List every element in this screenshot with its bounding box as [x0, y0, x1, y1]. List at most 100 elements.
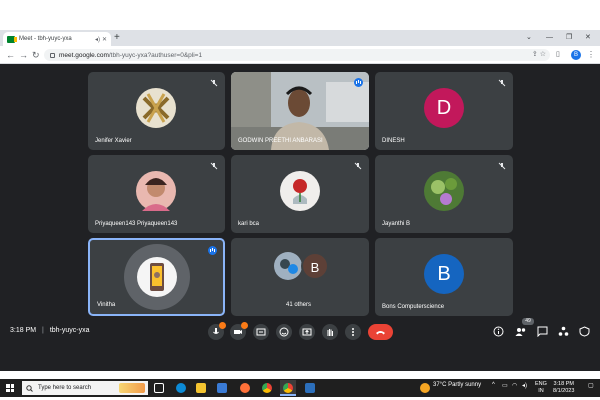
mic-button[interactable]: [208, 322, 226, 340]
participant-name: GODWIN PREETHI ANBARASI: [238, 138, 323, 144]
participant-tile-active[interactable]: Vinitha: [88, 238, 225, 316]
notifications-icon[interactable]: ▢: [588, 382, 594, 389]
new-tab-icon[interactable]: +: [114, 32, 120, 44]
present-button[interactable]: [299, 324, 315, 340]
people-count-badge: 49: [522, 318, 534, 325]
captions-button[interactable]: [253, 324, 269, 340]
tab-meet[interactable]: Meet - tbh-yuyc-yxa ◂) ✕: [3, 32, 111, 46]
chrome-active-icon[interactable]: [283, 383, 293, 393]
maximize-icon[interactable]: ❐: [566, 32, 572, 44]
reload-icon[interactable]: ↻: [32, 49, 40, 61]
leave-call-button[interactable]: [368, 324, 393, 340]
mic-off-icon: [210, 162, 218, 170]
side-panel-icon[interactable]: ▯: [556, 49, 560, 61]
camera-icon: [234, 330, 242, 334]
camera-button[interactable]: [230, 322, 248, 340]
back-icon[interactable]: ←: [6, 49, 15, 61]
volume-icon[interactable]: ◂): [522, 382, 527, 389]
speaking-indicator-icon: [208, 246, 217, 255]
mic-off-icon: [498, 79, 506, 87]
participant-name: 41 others: [286, 302, 312, 308]
store-icon[interactable]: [217, 383, 227, 393]
emoji-icon: [279, 327, 289, 337]
more-vert-icon: [352, 328, 354, 336]
edge-icon[interactable]: [176, 383, 186, 393]
warning-badge-icon: [219, 322, 226, 329]
meeting-time: 3:18 PM: [10, 327, 37, 334]
participant-tile[interactable]: Priyaqueen143 Priyaqueen143: [88, 155, 225, 233]
meet-control-bar: 3:18 PM | tbh-yuyc-yxa 49: [0, 317, 600, 371]
url-path: /tbh-yuyc-yxa?authuser=0&pli=1: [108, 51, 203, 59]
tab-audio-icon[interactable]: ◂): [95, 36, 100, 43]
participant-name: Jenifer Xavier: [95, 138, 132, 144]
participant-name: Priyaqueen143 Priyaqueen143: [95, 221, 178, 227]
search-icon: [26, 384, 33, 392]
people-icon[interactable]: [515, 326, 527, 337]
participant-photo: [274, 252, 302, 280]
tab-search-icon[interactable]: ⌄: [526, 32, 532, 44]
taskbar-clock[interactable]: 3:18 PM 8/1/2023: [553, 381, 574, 395]
participant-tile[interactable]: Jayanthi B: [375, 155, 513, 233]
chrome-icon[interactable]: [262, 383, 272, 393]
reactions-button[interactable]: [276, 324, 292, 340]
url-input[interactable]: meet.google.com /tbh-yuyc-yxa?authuser=0…: [44, 49, 550, 61]
close-window-icon[interactable]: ✕: [585, 32, 591, 44]
mic-off-icon: [354, 162, 362, 170]
participant-tile[interactable]: B Bons Computerscience: [375, 238, 513, 316]
mic-icon: [213, 328, 219, 334]
address-bar-row: ← → ↻ meet.google.com /tbh-yuyc-yxa?auth…: [0, 46, 600, 64]
tray-chevron-icon[interactable]: ^: [492, 382, 495, 388]
language-code: ENG: [535, 381, 547, 387]
raise-hand-button[interactable]: [322, 324, 338, 340]
language-indicator[interactable]: ENG IN: [535, 381, 547, 395]
chat-icon[interactable]: [537, 326, 548, 337]
participant-tile[interactable]: D DINESH: [375, 72, 513, 150]
mic-off-icon: [498, 162, 506, 170]
app-icon[interactable]: [305, 383, 315, 393]
task-view-icon[interactable]: [154, 383, 164, 393]
participant-name: DINESH: [382, 138, 405, 144]
participant-avatar: B: [301, 252, 329, 280]
address-actions-icon[interactable]: ⇪ ☆: [532, 50, 546, 58]
minimize-icon[interactable]: —: [546, 32, 553, 44]
participant-avatar: D: [424, 88, 464, 128]
activities-icon[interactable]: [558, 326, 569, 337]
participant-photo: [424, 171, 464, 211]
windows-taskbar: Type here to search 37°C Partly sunny ^ …: [0, 379, 600, 397]
firefox-icon[interactable]: [240, 383, 250, 393]
meet-favicon-icon: [7, 35, 17, 43]
host-controls-icon[interactable]: [579, 326, 590, 337]
weather-text[interactable]: 37°C Partly sunny: [433, 382, 481, 388]
participant-name: Vinitha: [97, 302, 116, 308]
search-highlight-icon: [119, 383, 145, 393]
wifi-icon[interactable]: ◠: [512, 382, 517, 389]
participant-tile-others[interactable]: B 41 others: [231, 238, 369, 316]
participant-photo: [136, 88, 176, 128]
speaking-indicator-icon: [354, 78, 363, 87]
profile-avatar[interactable]: B: [571, 50, 581, 60]
browser-menu-icon[interactable]: ⋮: [587, 49, 595, 61]
clock-time: 3:18 PM: [553, 381, 574, 387]
file-explorer-icon[interactable]: [196, 383, 206, 393]
url-host: meet.google.com: [59, 51, 109, 59]
weather-icon: [420, 383, 430, 393]
info-icon[interactable]: [493, 326, 504, 337]
participant-name: Bons Computerscience: [382, 304, 445, 310]
participant-tile[interactable]: Jenifer Xavier: [88, 72, 225, 150]
lock-icon: [50, 52, 55, 58]
participant-tile-video[interactable]: GODWIN PREETHI ANBARASI: [231, 72, 369, 150]
more-options-button[interactable]: [345, 324, 361, 340]
network-icon[interactable]: ▭: [502, 382, 508, 389]
forward-icon[interactable]: →: [19, 49, 28, 61]
windows-start-icon[interactable]: [6, 384, 14, 392]
clock-date: 8/1/2023: [553, 388, 575, 394]
taskbar-search-input[interactable]: Type here to search: [22, 381, 148, 395]
meeting-code: tbh-yuyc-yxa: [49, 327, 90, 334]
browser-tab-bar: Meet - tbh-yuyc-yxa ◂) ✕ + ⌄ — ❐ ✕: [0, 30, 600, 46]
participant-tile[interactable]: kari bca: [231, 155, 369, 233]
meeting-info: 3:18 PM | tbh-yuyc-yxa: [10, 327, 90, 334]
participant-photo: [136, 171, 176, 211]
tab-close-icon[interactable]: ✕: [102, 36, 107, 43]
participant-avatar: B: [424, 254, 464, 294]
captions-icon: [256, 328, 266, 336]
